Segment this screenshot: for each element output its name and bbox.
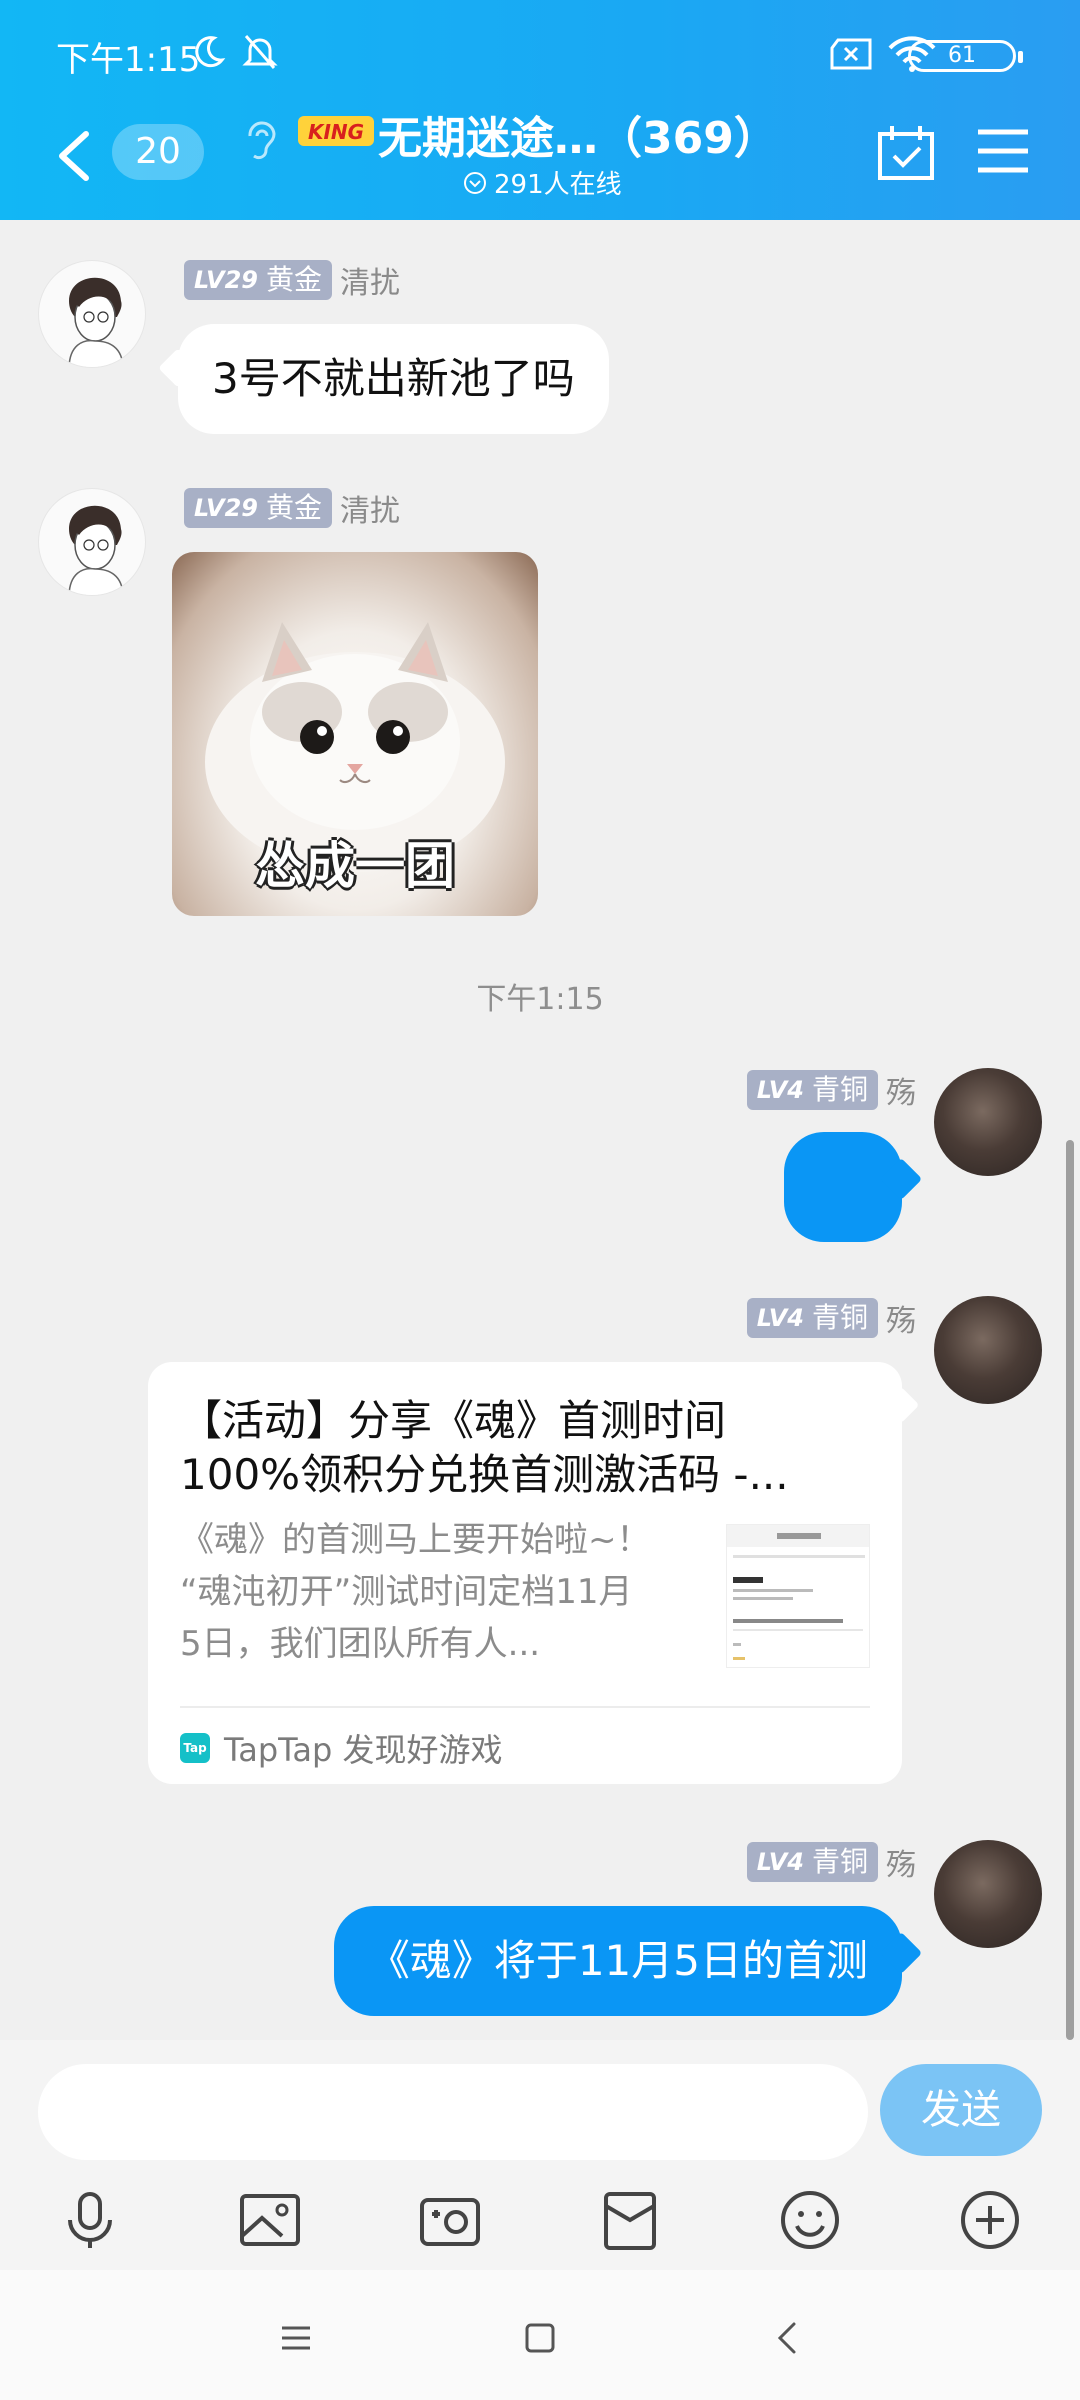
sender-tag-row: LV4 青铜 殇 xyxy=(746,1840,916,1884)
card-title: 【活动】分享《魂》首测时间 100%领积分兑换首测激活码 -... xyxy=(180,1394,870,1502)
group-title[interactable]: 无期迷途…（369） xyxy=(378,102,778,166)
sender-name[interactable]: 殇 xyxy=(886,1068,916,1112)
sketch-avatar-icon xyxy=(68,277,124,367)
level-rank: 青铜 xyxy=(811,1301,868,1334)
sender-tag-row: LV29 黄金 清扰 xyxy=(184,258,400,302)
ear-icon[interactable] xyxy=(240,118,280,162)
group-logo-icon: KING xyxy=(298,116,374,146)
my-avatar[interactable] xyxy=(934,1296,1042,1404)
sticker-caption: 怂成一团 xyxy=(255,837,455,895)
level-number: LV4 xyxy=(756,1076,804,1104)
card-divider xyxy=(180,1706,870,1708)
emoji-icon[interactable] xyxy=(778,2188,842,2252)
send-button[interactable]: 发送 xyxy=(880,2064,1042,2156)
battery-indicator: 61 xyxy=(908,40,1023,72)
menu-icon[interactable] xyxy=(976,126,1030,176)
sender-tag-row: LV29 黄金 清扰 xyxy=(184,486,400,530)
card-description: 《魂》的首测马上要开始啦~！ “魂沌初开”测试时间定档11月 5日，我们团队所有… xyxy=(180,1514,700,1670)
taptap-logo-icon: Tap xyxy=(180,1733,210,1763)
home-icon[interactable] xyxy=(510,2308,570,2368)
sender-name[interactable]: 清扰 xyxy=(340,486,400,530)
card-desc-line: 5日，我们团队所有人... xyxy=(180,1624,541,1664)
timestamp-divider: 下午1:15 xyxy=(476,982,604,1017)
level-tag: LV4 青铜 xyxy=(746,1070,878,1110)
plus-icon[interactable] xyxy=(958,2188,1022,2252)
level-tag: LV29 黄金 xyxy=(184,488,332,528)
level-number: LV29 xyxy=(194,494,258,522)
recent-apps-icon[interactable] xyxy=(266,2308,326,2368)
message-bubble[interactable] xyxy=(784,1132,902,1242)
sender-tag-row: LV4 青铜 殇 xyxy=(746,1296,916,1340)
level-rank: 黄金 xyxy=(265,491,322,524)
my-avatar[interactable] xyxy=(934,1068,1042,1176)
chat-header: 下午1:15 61 20 KING 无期迷途…（369） 291人在线 xyxy=(0,0,1080,220)
level-rank: 黄金 xyxy=(265,263,322,296)
card-thumbnail xyxy=(726,1524,870,1668)
message-bubble[interactable]: 3号不就出新池了吗 xyxy=(178,324,609,434)
card-title-line: 100%领积分兑换首测激活码 -... xyxy=(180,1450,789,1499)
level-rank: 青铜 xyxy=(811,1073,868,1106)
sender-tag-row: LV4 青铜 殇 xyxy=(746,1068,916,1112)
level-rank: 青铜 xyxy=(811,1845,868,1878)
image-icon[interactable] xyxy=(238,2188,302,2252)
back-icon[interactable] xyxy=(758,2308,818,2368)
unread-count-badge[interactable]: 20 xyxy=(112,124,204,180)
status-time: 下午1:15 xyxy=(56,40,201,80)
card-title-line: 【活动】分享《魂》首测时间 xyxy=(180,1396,727,1445)
bell-muted-icon xyxy=(242,35,278,69)
camera-icon[interactable] xyxy=(418,2188,482,2252)
sender-name[interactable]: 殇 xyxy=(886,1840,916,1884)
my-avatar[interactable] xyxy=(934,1840,1042,1948)
article-thumbnail-graphic xyxy=(727,1525,869,1660)
red-packet-icon[interactable] xyxy=(598,2188,662,2252)
input-area: 发送 xyxy=(0,2040,1080,2270)
message-input[interactable] xyxy=(38,2064,868,2160)
sticker-image[interactable]: 怂成一团 xyxy=(172,552,538,916)
chevron-circle-icon xyxy=(464,171,486,194)
scrollbar[interactable] xyxy=(1066,1140,1074,2040)
sketch-avatar-icon xyxy=(68,505,124,595)
online-text: 291人在线 xyxy=(494,170,622,200)
sender-name[interactable]: 殇 xyxy=(886,1296,916,1340)
level-tag: LV4 青铜 xyxy=(746,1298,878,1338)
status-bar: 下午1:15 61 xyxy=(0,0,1080,110)
no-sim-icon xyxy=(830,38,872,70)
avatar[interactable] xyxy=(38,260,146,368)
avatar[interactable] xyxy=(38,488,146,596)
level-number: LV4 xyxy=(756,1848,804,1876)
level-number: LV4 xyxy=(756,1304,804,1332)
card-source: Tap TapTap 发现好游戏 xyxy=(180,1718,503,1778)
microphone-icon[interactable] xyxy=(58,2188,122,2252)
online-count: 291人在线 xyxy=(462,164,622,201)
level-tag: LV29 黄金 xyxy=(184,260,332,300)
message-bubble[interactable]: 《魂》将于11月5日的首测 xyxy=(333,1906,902,2016)
system-navigation-bar xyxy=(0,2270,1080,2400)
back-arrow-icon[interactable] xyxy=(54,128,94,184)
level-tag: LV4 青铜 xyxy=(746,1842,878,1882)
sender-name[interactable]: 清扰 xyxy=(340,258,400,302)
card-desc-line: “魂沌初开”测试时间定档11月 xyxy=(180,1572,633,1612)
do-not-disturb-moon-icon xyxy=(195,36,226,68)
link-share-card[interactable]: 【活动】分享《魂》首测时间 100%领积分兑换首测激活码 -... 《魂》的首测… xyxy=(148,1362,902,1784)
card-desc-line: 《魂》的首测马上要开始啦~！ xyxy=(180,1520,651,1560)
level-number: LV29 xyxy=(194,266,258,294)
svg-text:KING: KING xyxy=(308,120,364,144)
calendar-check-icon[interactable] xyxy=(876,124,936,182)
card-source-name: TapTap 发现好游戏 xyxy=(224,1731,503,1769)
